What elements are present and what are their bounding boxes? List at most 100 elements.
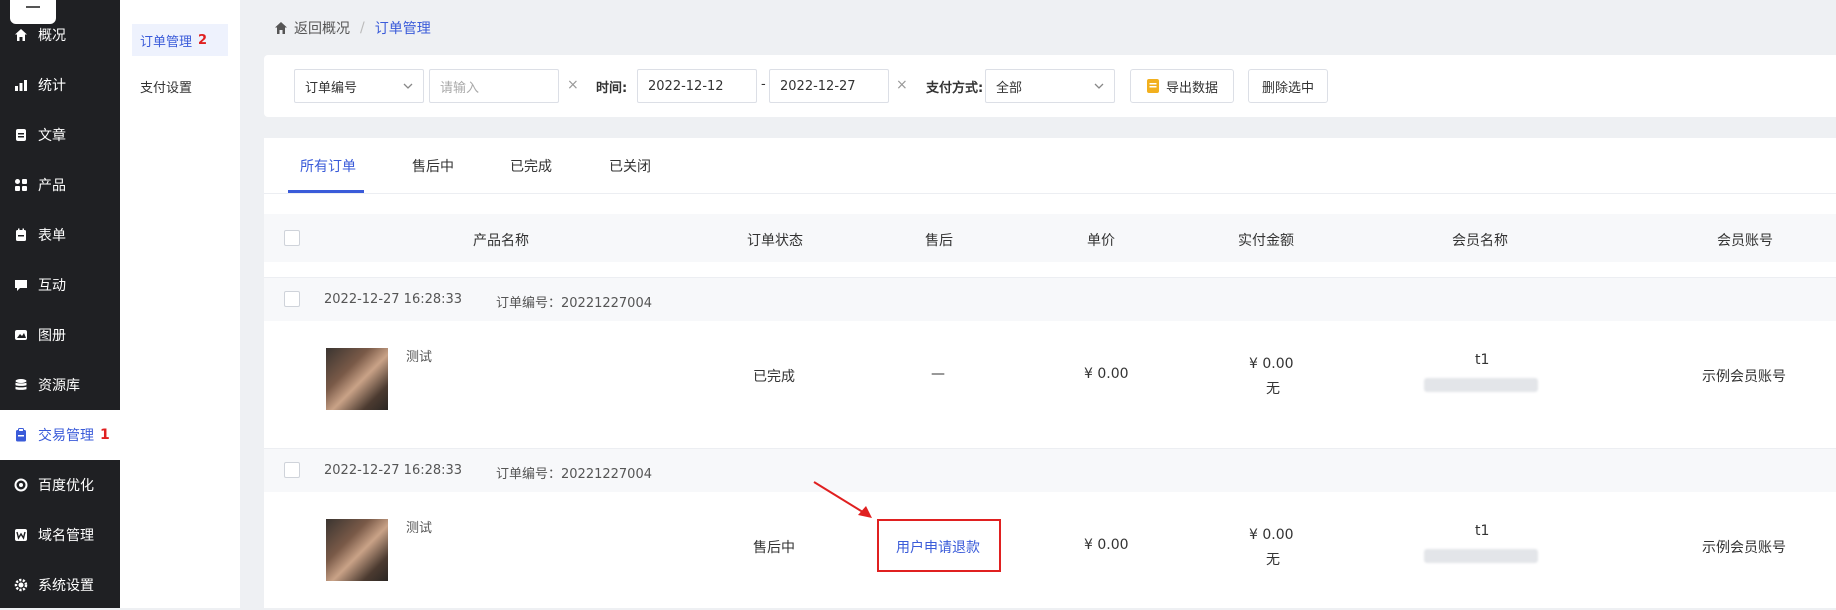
sidebar-item-label: 文章 [38,128,66,144]
sidebar-item-label: 交易管理 [38,428,94,444]
product-thumbnail[interactable] [326,348,388,410]
export-data-button[interactable]: 导出数据 [1130,69,1234,103]
sidebar-item-interaction[interactable]: 互动 [0,260,120,310]
date-to-value: 2022-12-27 [780,78,856,94]
breadcrumb-current: 订单管理 [374,21,431,37]
order-number: 订单编号：20221227004 [496,467,652,482]
paid-note: 无 [1266,381,1280,397]
order-time: 2022-12-27 16:28:33 [324,463,463,478]
refresh-icon [14,478,28,492]
sidebar-item-articles[interactable]: 文章 [0,110,120,160]
sidebar-item-stats[interactable]: 统计 [0,60,120,110]
tab-all-orders[interactable]: 所有订单 [300,156,356,176]
sidebar-item-label: 产品 [38,178,66,194]
sidebar-item-label: 系统设置 [38,578,94,594]
redacted-member-info [1424,549,1538,563]
time-label: 时间: [596,81,628,96]
sidebar-item-label: 资源库 [38,378,80,394]
clear-date-icon[interactable]: × [896,77,908,93]
count-badge: 2 [198,32,208,48]
submenu-item-label: 订单管理 [140,34,193,50]
submenu: 订单管理 2 支付设置 [120,0,240,608]
payment-method-label: 支付方式: [926,81,984,96]
member-name: t1 [1475,352,1490,368]
select-value: 订单编号 [305,80,358,96]
order-status: 已完成 [753,369,795,385]
divider [264,193,1836,194]
redacted-member-info [1424,378,1538,392]
sidebar-item-label: 概况 [38,28,66,44]
search-field-select[interactable]: 订单编号 [294,69,424,103]
filter-bar: 订单编号 请输入 × 时间: 2022-12-12 - 2022-12-27 ×… [264,55,1836,117]
breadcrumb-separator: / [360,20,365,36]
order-header-row: 2022-12-27 16:28:33 订单编号：20221227004 [264,448,1836,492]
payment-method-select[interactable]: 全部 [985,69,1115,103]
column-header-paid: 实付金额 [1238,233,1294,249]
orders-card: 所有订单 售后中 已完成 已关闭 产品名称 订单状态 售后 单价 实付金额 会员… [264,138,1836,608]
paid-note: 无 [1266,552,1280,568]
select-all-checkbox[interactable] [284,230,300,246]
date-to-input[interactable]: 2022-12-27 [769,69,889,103]
aftersale-value: — [931,366,945,382]
sidebar-item-baidu-seo[interactable]: 百度优化 [0,460,120,510]
row-checkbox[interactable] [284,291,300,307]
column-header-member-name: 会员名称 [1452,233,1508,249]
chart-icon [15,80,27,91]
date-from-input[interactable]: 2022-12-12 [637,69,757,103]
sidebar-item-products[interactable]: 产品 [0,160,120,210]
order-time: 2022-12-27 16:28:33 [324,292,463,307]
table-header: 产品名称 订单状态 售后 单价 实付金额 会员名称 会员账号 [264,214,1836,262]
tab-after-sale[interactable]: 售后中 [412,156,454,176]
sidebar-item-gallery[interactable]: 图册 [0,310,120,360]
product-thumbnail[interactable] [326,519,388,581]
row-checkbox[interactable] [284,462,300,478]
grid-icon [15,179,27,191]
tab-closed[interactable]: 已关闭 [609,156,651,176]
column-header-price: 单价 [1087,233,1115,249]
home-icon [275,22,287,34]
sidebar-item-label: 互动 [38,278,66,294]
annotation-highlight-box [877,519,1001,572]
button-label: 导出数据 [1165,80,1218,96]
order-number: 订单编号：20221227004 [496,296,652,311]
sidebar-item-overview[interactable]: 概况 [0,10,120,60]
submenu-item-orders[interactable]: 订单管理 2 [132,24,228,56]
date-from-value: 2022-12-12 [648,78,724,94]
sidebar-item-domains[interactable]: 域名管理 [0,510,120,560]
sidebar-item-settings[interactable]: 系统设置 [0,560,120,610]
annotation-arrow-icon [813,481,872,518]
sidebar-item-label: 统计 [38,78,66,94]
clear-search-icon[interactable]: × [567,77,579,93]
column-header-product: 产品名称 [473,233,529,249]
menu-icon [26,6,40,8]
sidebar-item-resources[interactable]: 资源库 [0,360,120,410]
sidebar-item-transactions[interactable]: 交易管理 1 [0,410,120,460]
submenu-item-label: 支付设置 [140,80,193,96]
product-name[interactable]: 测试 [406,517,432,536]
search-input[interactable]: 请输入 [429,69,559,103]
gear-icon [14,578,28,592]
home-icon [15,29,27,41]
search-placeholder: 请输入 [440,80,480,96]
tab-completed[interactable]: 已完成 [510,156,552,176]
product-name[interactable]: 测试 [406,346,432,365]
export-file-icon [1146,79,1159,93]
delete-selected-button[interactable]: 删除选中 [1248,69,1328,103]
main-sidebar: 概况 统计 文章 产品 表单 互动 图册 资源库 交易管理 1 百度优化 域名管… [0,0,120,608]
submenu-item-payment-settings[interactable]: 支付设置 [132,70,228,102]
breadcrumb-back-link[interactable]: 返回概况 [294,18,350,38]
sidebar-item-label: 图册 [38,328,66,344]
chat-icon [15,280,27,291]
member-account: 示例会员账号 [1702,540,1786,556]
column-header-aftersale: 售后 [925,233,953,249]
gallery-icon [15,330,27,340]
paid-amount: ¥ 0.00 [1249,356,1294,372]
chevron-down-icon [1094,83,1104,89]
sidebar-item-forms[interactable]: 表单 [0,210,120,260]
member-name: t1 [1475,523,1490,539]
article-icon [16,129,26,141]
database-icon [15,379,27,390]
unit-price: ¥ 0.00 [1084,366,1129,382]
select-value: 全部 [996,80,1023,96]
w-icon [15,529,27,541]
